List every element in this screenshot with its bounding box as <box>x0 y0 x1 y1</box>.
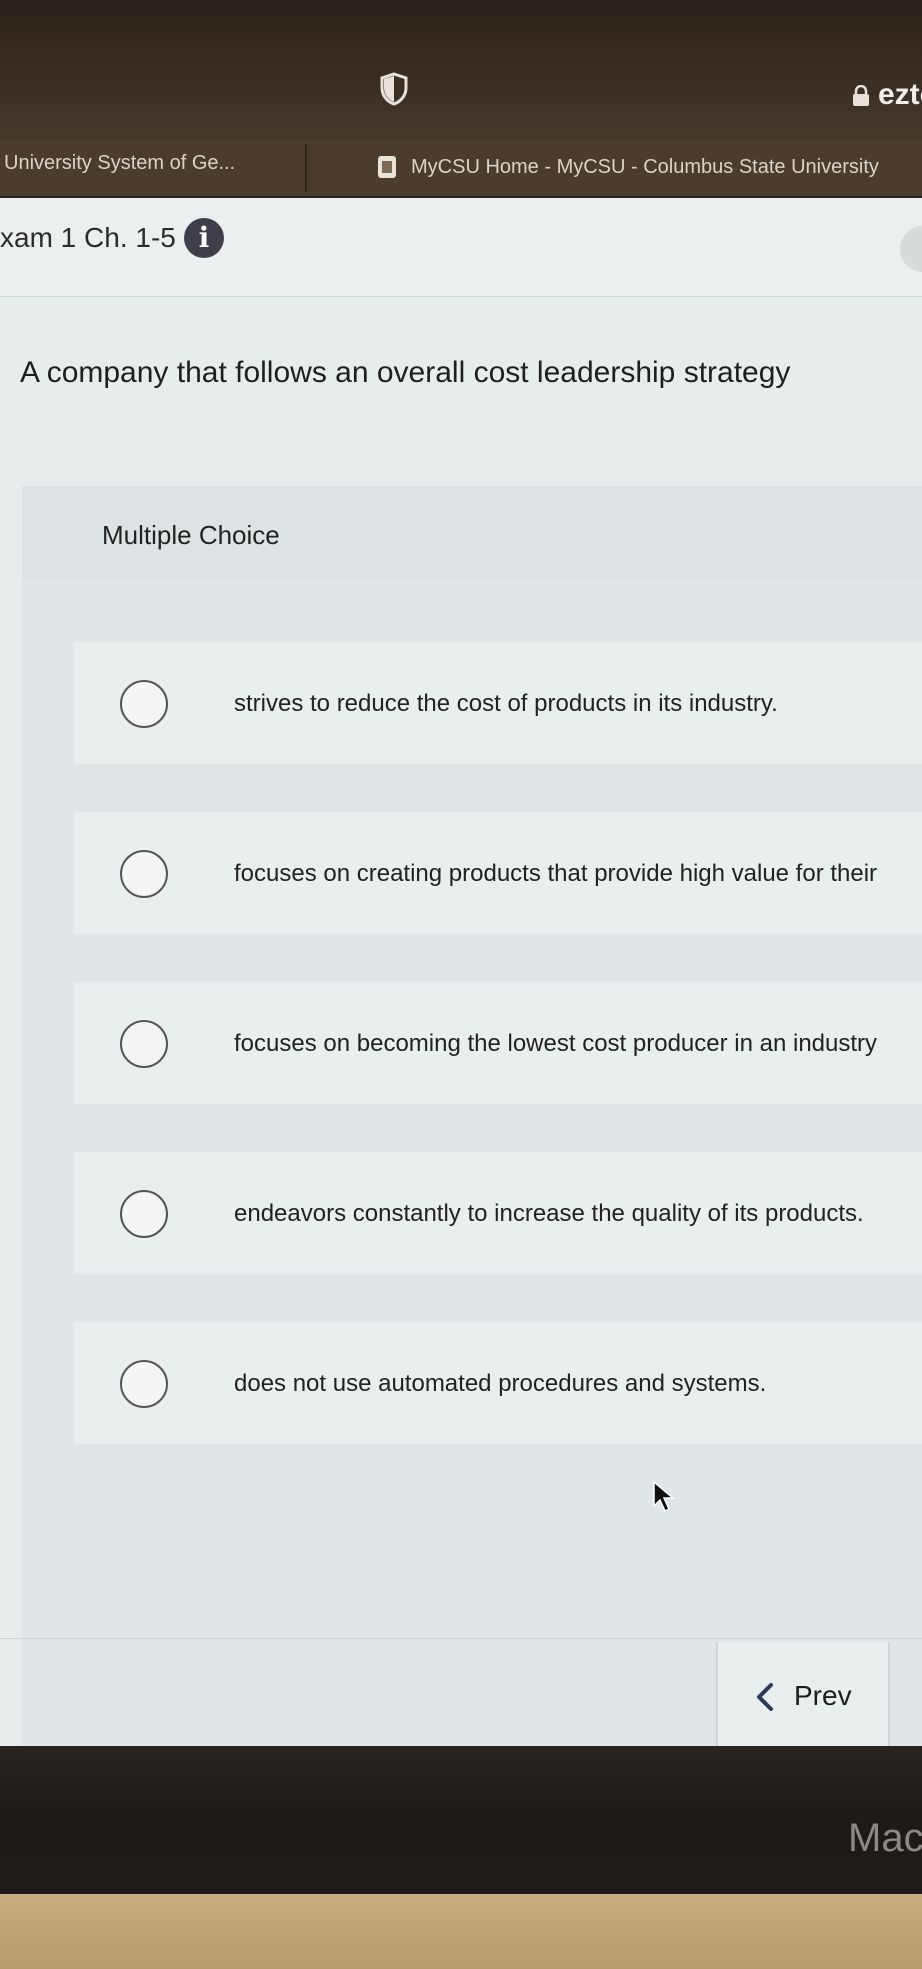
answer-option-label: focuses on becoming the lowest cost prod… <box>234 1030 878 1057</box>
monitor-bezel: Mac <box>0 1746 922 1894</box>
exam-title: xam 1 Ch. 1-5 <box>0 222 176 253</box>
lock-icon <box>853 85 869 106</box>
answer-option-label: endeavors constantly to increase the qua… <box>234 1200 864 1227</box>
exam-header: xam 1 Ch. 1-5 i <box>0 198 922 297</box>
mouse-cursor-icon <box>653 1480 676 1513</box>
footer-divider <box>0 1638 922 1639</box>
info-icon[interactable]: i <box>184 218 224 258</box>
radio-button[interactable] <box>120 680 168 728</box>
radio-button[interactable] <box>120 850 168 898</box>
question-type-label: Multiple Choice <box>102 520 280 550</box>
radio-button[interactable] <box>120 1360 168 1408</box>
prev-button-label: Prev <box>794 1680 852 1711</box>
answer-option-5[interactable]: does not use automated procedures and sy… <box>74 1322 922 1444</box>
radio-button[interactable] <box>120 1020 168 1068</box>
answer-option-4[interactable]: endeavors constantly to increase the qua… <box>74 1152 922 1274</box>
answer-option-label: strives to reduce the cost of products i… <box>234 690 778 717</box>
header-menu-pill[interactable] <box>900 226 922 272</box>
answer-option-label: focuses on creating products that provid… <box>234 860 878 887</box>
quiz-page: xam 1 Ch. 1-5 i A company that follows a… <box>0 198 922 1746</box>
url-text[interactable]: ezto <box>878 78 922 112</box>
bookmark-mycsu[interactable]: MyCSU Home - MyCSU - Columbus State Univ… <box>411 156 879 179</box>
radio-button[interactable] <box>120 1190 168 1238</box>
answer-option-label: does not use automated procedures and sy… <box>234 1370 767 1397</box>
answer-option-1[interactable]: strives to reduce the cost of products i… <box>74 642 922 764</box>
prev-button[interactable]: Prev <box>716 1642 890 1746</box>
answer-card: Multiple Choice strives to reduce the co… <box>22 486 922 1746</box>
bookmark-separator <box>305 144 307 192</box>
csu-favicon-icon <box>378 156 396 178</box>
question-type-header: Multiple Choice <box>22 486 922 578</box>
answer-option-3[interactable]: focuses on becoming the lowest cost prod… <box>74 982 922 1104</box>
monitor-brand-label: Mac <box>848 1816 922 1860</box>
chevron-left-icon <box>757 1683 773 1711</box>
bookmarks-bar: University System of Ge... MyCSU Home - … <box>0 140 922 198</box>
desk-surface <box>0 1894 922 1969</box>
browser-titlebar: ezto <box>0 0 922 140</box>
question-text: A company that follows an overall cost l… <box>20 356 791 389</box>
shield-icon[interactable] <box>380 72 408 106</box>
answer-option-2[interactable]: focuses on creating products that provid… <box>74 812 922 934</box>
bookmark-usg[interactable]: University System of Ge... <box>4 152 235 175</box>
